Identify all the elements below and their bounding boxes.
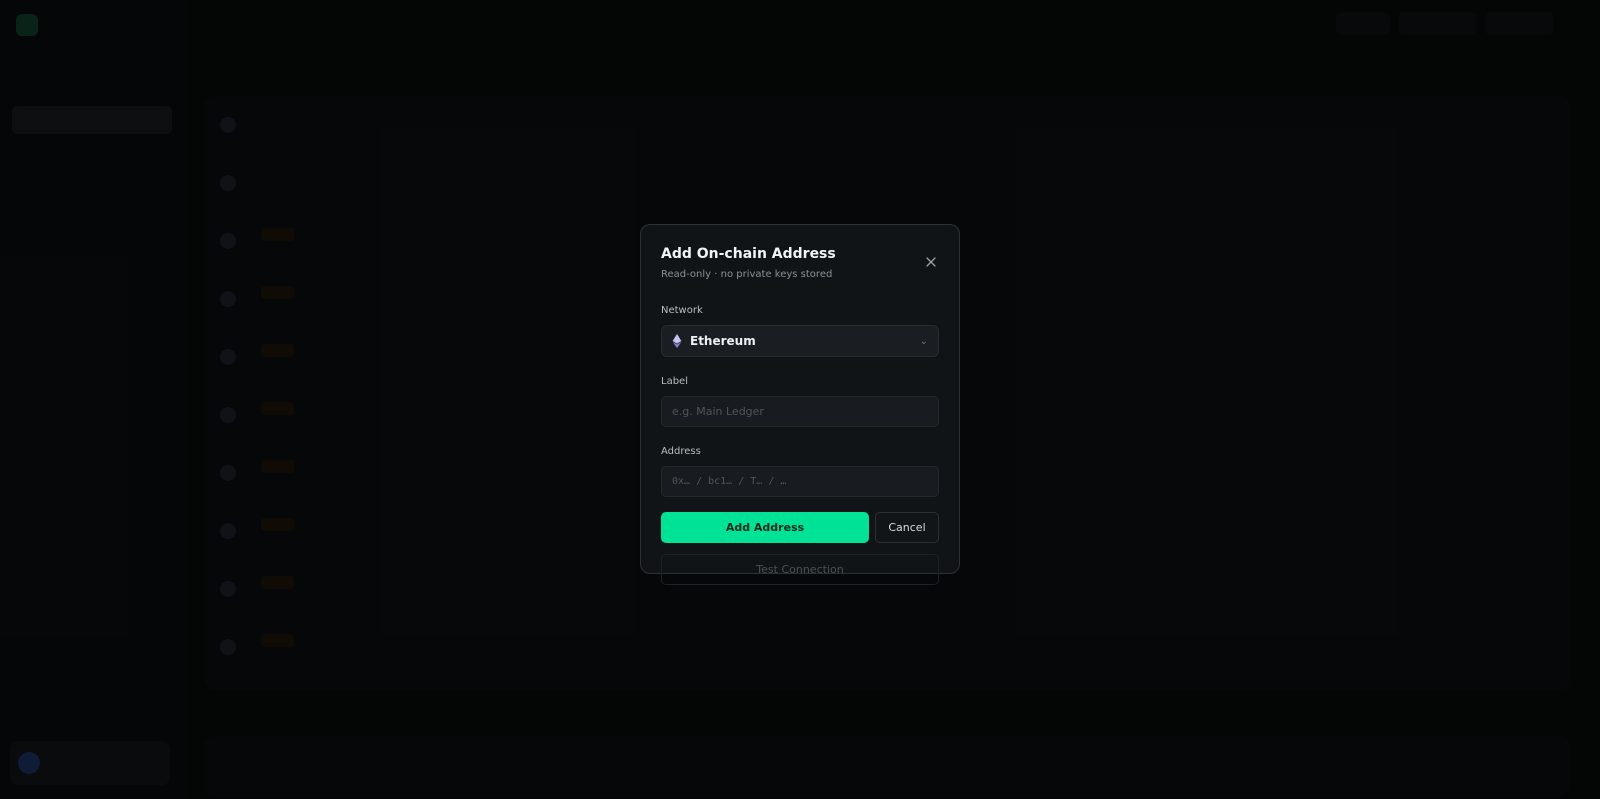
modal-title: Add On-chain Address [661, 246, 836, 262]
cancel-button[interactable]: Cancel [875, 512, 939, 543]
address-input[interactable] [661, 466, 939, 497]
app-root: Add On-chain Address Read-only · no priv… [0, 0, 1600, 799]
chevron-down-icon: ⌄ [919, 335, 928, 347]
add-address-modal: Add On-chain Address Read-only · no priv… [640, 224, 960, 585]
modal-actions: Add Address Cancel [661, 512, 939, 543]
close-icon [926, 257, 936, 267]
ethereum-icon [672, 334, 682, 348]
test-connection-button[interactable]: Test Connection [661, 554, 939, 585]
close-button[interactable] [923, 254, 939, 270]
network-select-value: Ethereum [690, 334, 756, 348]
modal-subtitle: Read-only · no private keys stored [661, 269, 833, 280]
label-field-label: Label [661, 376, 688, 387]
network-select[interactable]: Ethereum ⌄ [661, 325, 939, 357]
network-label: Network [661, 305, 703, 316]
add-address-button[interactable]: Add Address [661, 512, 869, 543]
address-field-label: Address [661, 446, 701, 457]
label-input[interactable] [661, 396, 939, 427]
